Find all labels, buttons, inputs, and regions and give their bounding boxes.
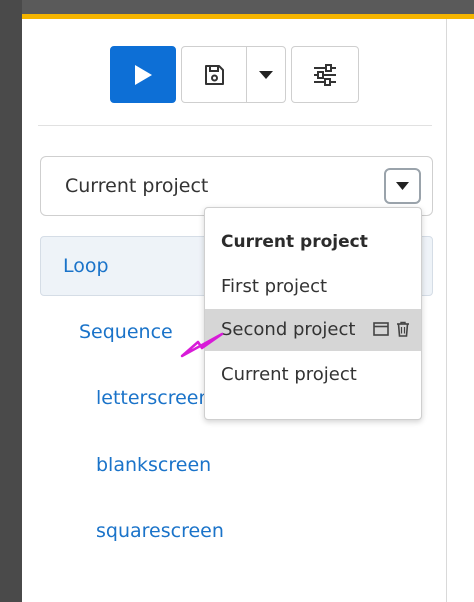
dropdown-item-second-project[interactable]: Second project xyxy=(205,309,421,351)
floppy-save-icon xyxy=(205,64,224,85)
project-select-value: Current project xyxy=(65,175,209,197)
caret-down-icon xyxy=(259,70,273,79)
left-gutter xyxy=(0,0,22,602)
tree-item-squarescreen[interactable]: squarescreen xyxy=(96,520,224,542)
save-options-button[interactable] xyxy=(246,46,286,103)
dropdown-header: Current project xyxy=(221,232,368,252)
tree-item-sequence[interactable]: Sequence xyxy=(79,321,173,343)
settings-button[interactable] xyxy=(291,46,359,103)
tree-item-blankscreen[interactable]: blankscreen xyxy=(96,454,211,476)
dropdown-item-label: Second project xyxy=(221,319,356,340)
tree-item-letterscreen[interactable]: letterscreen xyxy=(96,387,211,409)
dropdown-item-actions xyxy=(373,321,411,337)
top-accent-bar xyxy=(22,14,474,19)
tree-item-label: Loop xyxy=(63,255,109,277)
trash-icon[interactable] xyxy=(395,321,411,337)
sliders-icon xyxy=(314,63,336,86)
toolbar-divider xyxy=(38,125,432,126)
project-select-toggle[interactable] xyxy=(384,168,421,204)
dropdown-item-current-project[interactable]: Current project xyxy=(205,354,421,396)
mouse-cursor-icon xyxy=(180,332,224,358)
run-button[interactable] xyxy=(110,46,176,103)
dropdown-item-first-project[interactable]: First project xyxy=(205,266,421,308)
right-panel-edge xyxy=(446,19,474,602)
dropdown-item-label: Current project xyxy=(221,364,357,385)
dropdown-item-label: First project xyxy=(221,276,328,297)
window-icon[interactable] xyxy=(373,321,389,337)
project-dropdown-menu: Current project First project Second pro… xyxy=(204,207,422,420)
save-button[interactable] xyxy=(181,46,247,103)
caret-down-icon xyxy=(396,182,409,190)
play-icon xyxy=(135,64,152,85)
